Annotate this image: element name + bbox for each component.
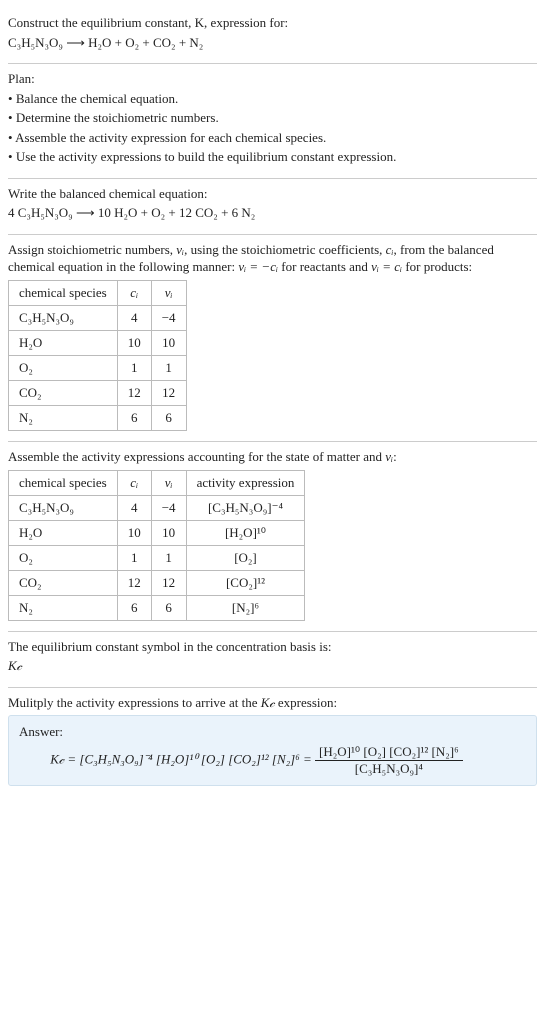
table-header: chemical species xyxy=(9,281,118,306)
cell-nui: 6 xyxy=(151,406,186,431)
table-header: cᵢ xyxy=(117,281,151,306)
table-header: chemical species xyxy=(9,470,118,495)
nu-i: νᵢ xyxy=(385,449,393,464)
table-row: CO₂ 12 12 xyxy=(9,381,187,406)
balanced-equation: 4 C₃H₅N₃O₉ ⟶ 10 H₂O + O₂ + 12 CO₂ + 6 N₂ xyxy=(8,204,537,222)
cell-ci: 4 xyxy=(117,306,151,331)
symbol-line1: The equilibrium constant symbol in the c… xyxy=(8,638,537,656)
nu-i: νᵢ xyxy=(176,242,184,257)
multiply-text-a: Mulitply the activity expressions to arr… xyxy=(8,695,261,710)
cell-species: N₂ xyxy=(9,595,118,620)
assemble-section: Assemble the activity expressions accoun… xyxy=(8,442,537,631)
c-i: cᵢ xyxy=(386,242,394,257)
cell-ci: 12 xyxy=(117,381,151,406)
table-row: N₂ 6 6 xyxy=(9,406,187,431)
cell-nui: 12 xyxy=(151,570,186,595)
kc-denominator: [C₃H₅N₃O₉]⁴ xyxy=(315,761,463,777)
assemble-text: Assemble the activity expressions accoun… xyxy=(8,448,537,466)
cell-nui: 6 xyxy=(151,595,186,620)
cell-nui: −4 xyxy=(151,306,186,331)
assign-text-e: for products: xyxy=(402,259,472,274)
cell-ci: 10 xyxy=(117,331,151,356)
table-row: H₂O 10 10 [H₂O]¹⁰ xyxy=(9,520,305,545)
cell-species: CO₂ xyxy=(9,381,118,406)
kc-expression: K𝒸 = [C₃H₅N₃O₉]⁻⁴ [H₂O]¹⁰ [O₂] [CO₂]¹² [… xyxy=(19,744,526,777)
cell-ci: 6 xyxy=(117,406,151,431)
table-header: activity expression xyxy=(186,470,305,495)
multiply-text: Mulitply the activity expressions to arr… xyxy=(8,694,537,712)
cell-species: H₂O xyxy=(9,520,118,545)
kc-fraction: [H₂O]¹⁰ [O₂] [CO₂]¹² [N₂]⁶ [C₃H₅N₃O₉]⁴ xyxy=(315,744,463,777)
cell-ci: 4 xyxy=(117,495,151,520)
cell-species: CO₂ xyxy=(9,570,118,595)
intro-text: Construct the equilibrium constant, K, e… xyxy=(8,14,537,32)
cell-species: C₃H₅N₃O₉ xyxy=(9,495,118,520)
cell-species: C₃H₅N₃O₉ xyxy=(9,306,118,331)
cell-species: N₂ xyxy=(9,406,118,431)
cell-activity: [O₂] xyxy=(186,545,305,570)
rel2: νᵢ = cᵢ xyxy=(371,259,402,274)
cell-ci: 12 xyxy=(117,570,151,595)
cell-nui: 12 xyxy=(151,381,186,406)
cell-ci: 6 xyxy=(117,595,151,620)
symbol-section: The equilibrium constant symbol in the c… xyxy=(8,632,537,687)
plan-item: Balance the chemical equation. xyxy=(8,90,537,108)
cell-species: H₂O xyxy=(9,331,118,356)
plan-item: Assemble the activity expression for eac… xyxy=(8,129,537,147)
assemble-text-a: Assemble the activity expressions accoun… xyxy=(8,449,385,464)
answer-label: Answer: xyxy=(19,724,526,740)
cell-activity: [H₂O]¹⁰ xyxy=(186,520,305,545)
cell-ci: 10 xyxy=(117,520,151,545)
multiply-section: Mulitply the activity expressions to arr… xyxy=(8,688,537,797)
table-row: N₂ 6 6 [N₂]⁶ xyxy=(9,595,305,620)
cell-activity: [C₃H₅N₃O₉]⁻⁴ xyxy=(186,495,305,520)
plan-section: Plan: Balance the chemical equation. Det… xyxy=(8,64,537,178)
cell-activity: [CO₂]¹² xyxy=(186,570,305,595)
plan-title: Plan: xyxy=(8,70,537,88)
balanced-section: Write the balanced chemical equation: 4 … xyxy=(8,179,537,234)
rel1: νᵢ = −cᵢ xyxy=(238,259,278,274)
table-row: CO₂ 12 12 [CO₂]¹² xyxy=(9,570,305,595)
cell-species: O₂ xyxy=(9,356,118,381)
table-header: cᵢ xyxy=(117,470,151,495)
cell-nui: 1 xyxy=(151,545,186,570)
table-row: O₂ 1 1 [O₂] xyxy=(9,545,305,570)
table-header-row: chemical species cᵢ νᵢ xyxy=(9,281,187,306)
table-row: C₃H₅N₃O₉ 4 −4 [C₃H₅N₃O₉]⁻⁴ xyxy=(9,495,305,520)
stoich-table-2: chemical species cᵢ νᵢ activity expressi… xyxy=(8,470,305,621)
table-header: νᵢ xyxy=(151,281,186,306)
table-header: νᵢ xyxy=(151,470,186,495)
stoich-table-1: chemical species cᵢ νᵢ C₃H₅N₃O₉ 4 −4 H₂O… xyxy=(8,280,187,431)
cell-ci: 1 xyxy=(117,545,151,570)
cell-nui: 10 xyxy=(151,331,186,356)
intro-section: Construct the equilibrium constant, K, e… xyxy=(8,8,537,63)
answer-box: Answer: K𝒸 = [C₃H₅N₃O₉]⁻⁴ [H₂O]¹⁰ [O₂] [… xyxy=(8,715,537,786)
plan-item: Use the activity expressions to build th… xyxy=(8,148,537,166)
intro-line1: Construct the equilibrium constant, K, e… xyxy=(8,15,288,30)
cell-activity: [N₂]⁶ xyxy=(186,595,305,620)
assign-section: Assign stoichiometric numbers, νᵢ, using… xyxy=(8,235,537,441)
kc-symbol: K𝒸 xyxy=(261,695,275,710)
table-row: C₃H₅N₃O₉ 4 −4 xyxy=(9,306,187,331)
cell-species: O₂ xyxy=(9,545,118,570)
plan-item: Determine the stoichiometric numbers. xyxy=(8,109,537,127)
table-header-row: chemical species cᵢ νᵢ activity expressi… xyxy=(9,470,305,495)
assign-text: Assign stoichiometric numbers, νᵢ, using… xyxy=(8,241,537,276)
kc-lhs: K𝒸 = [C₃H₅N₃O₉]⁻⁴ [H₂O]¹⁰ [O₂] [CO₂]¹² [… xyxy=(50,752,315,767)
assemble-text-b: : xyxy=(393,449,397,464)
intro-equation: C₃H₅N₃O₉ ⟶ H₂O + O₂ + CO₂ + N₂ xyxy=(8,34,537,52)
assign-text-a: Assign stoichiometric numbers, xyxy=(8,242,176,257)
cell-ci: 1 xyxy=(117,356,151,381)
assign-text-d: for reactants and xyxy=(278,259,371,274)
balanced-title: Write the balanced chemical equation: xyxy=(8,185,537,203)
table-row: O₂ 1 1 xyxy=(9,356,187,381)
symbol-kc: K𝒸 xyxy=(8,657,537,675)
cell-nui: −4 xyxy=(151,495,186,520)
table-row: H₂O 10 10 xyxy=(9,331,187,356)
cell-nui: 1 xyxy=(151,356,186,381)
assign-text-b: , using the stoichiometric coefficients, xyxy=(184,242,386,257)
multiply-text-b: expression: xyxy=(275,695,337,710)
kc-numerator: [H₂O]¹⁰ [O₂] [CO₂]¹² [N₂]⁶ xyxy=(315,744,463,761)
cell-nui: 10 xyxy=(151,520,186,545)
